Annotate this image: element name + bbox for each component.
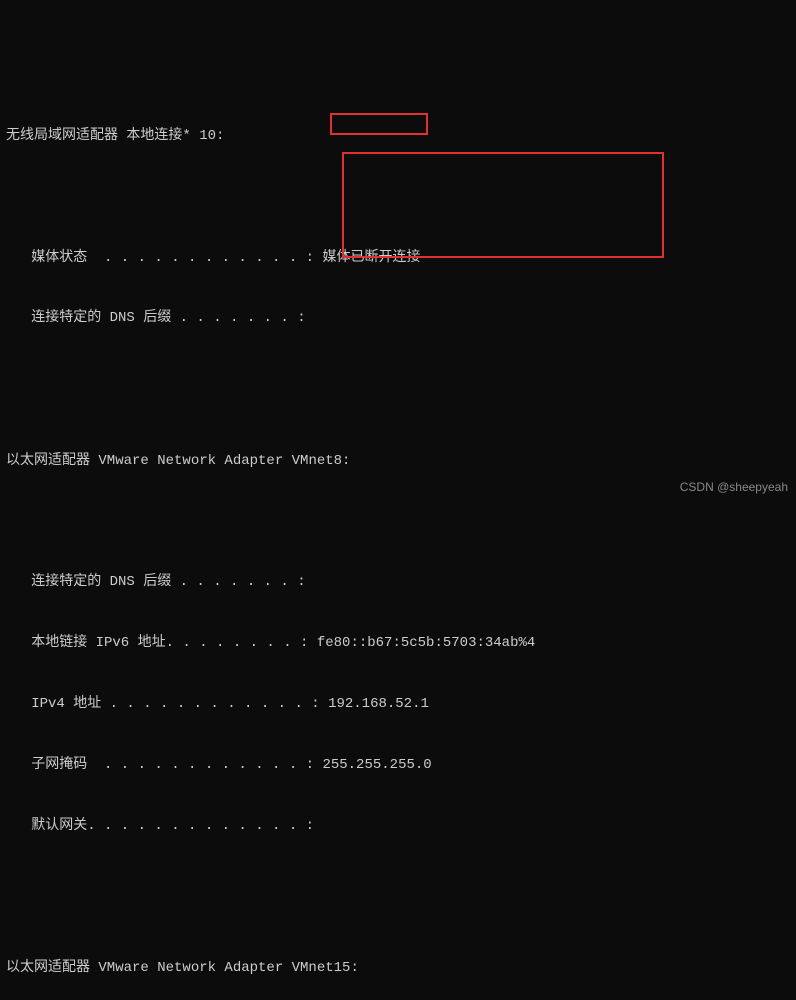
header-text: 无线局域网适配器 本地连接* 10:: [6, 128, 224, 144]
blank-line: [6, 877, 790, 897]
row-value: 255.255.255.0: [322, 757, 431, 773]
row-label: 本地链接 IPv6 地址. . . . . . . . :: [6, 635, 317, 651]
config-row: 默认网关. . . . . . . . . . . . . :: [6, 816, 790, 836]
row-label: 媒体状态 . . . . . . . . . . . . :: [6, 250, 322, 266]
header-boxed: VMnet8:: [292, 453, 351, 469]
config-row: 本地链接 IPv6 地址. . . . . . . . : fe80::b67:…: [6, 633, 790, 653]
row-label: 连接特定的 DNS 后缀 . . . . . . . :: [6, 574, 306, 590]
header-text: 以太网适配器 VMware Network Adapter: [6, 453, 292, 469]
row-value: 192.168.52.1: [328, 696, 429, 712]
row-label: 默认网关. . . . . . . . . . . . . :: [6, 818, 314, 834]
blank-line: [6, 187, 790, 207]
config-row: 连接特定的 DNS 后缀 . . . . . . . :: [6, 572, 790, 592]
blank-line: [6, 369, 790, 389]
adapter-header: 以太网适配器 VMware Network Adapter VMnet8:: [6, 451, 790, 471]
header-text: 以太网适配器 VMware Network Adapter VMnet15:: [6, 960, 359, 976]
watermark: CSDN @sheepyeah: [680, 479, 788, 496]
blank-line: [6, 511, 790, 531]
config-row: 子网掩码 . . . . . . . . . . . . : 255.255.2…: [6, 755, 790, 775]
adapter-header: 以太网适配器 VMware Network Adapter VMnet15:: [6, 958, 790, 978]
row-label: 子网掩码 . . . . . . . . . . . . :: [6, 757, 322, 773]
terminal-output: 无线局域网适配器 本地连接* 10: 媒体状态 . . . . . . . . …: [0, 81, 796, 1000]
config-row: 媒体状态 . . . . . . . . . . . . : 媒体已断开连接: [6, 248, 790, 268]
config-row: 连接特定的 DNS 后缀 . . . . . . . :: [6, 308, 790, 328]
row-label: IPv4 地址 . . . . . . . . . . . . :: [6, 696, 328, 712]
config-row: IPv4 地址 . . . . . . . . . . . . : 192.16…: [6, 694, 790, 714]
row-value: 媒体已断开连接: [322, 250, 420, 266]
adapter-header: 无线局域网适配器 本地连接* 10:: [6, 126, 790, 146]
row-label: 连接特定的 DNS 后缀 . . . . . . . :: [6, 310, 306, 326]
row-value: fe80::b67:5c5b:5703:34ab%4: [317, 635, 535, 651]
